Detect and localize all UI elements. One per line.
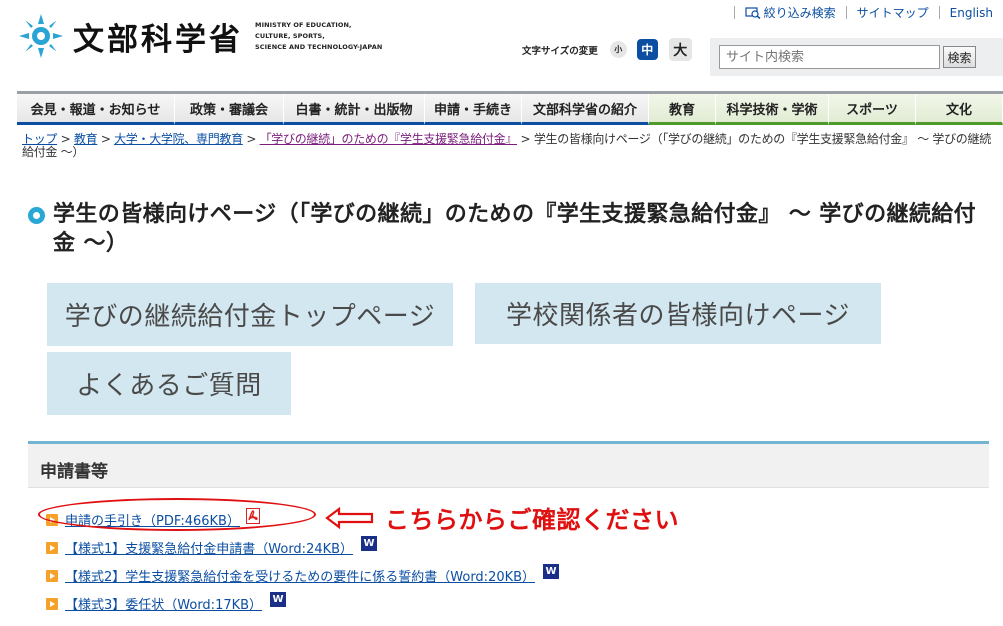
section-title: 申請書等 bbox=[40, 462, 108, 482]
breadcrumb: トップ > 教育 > 大学・大学院、専門教育 > 「学びの継続」のための『学生支… bbox=[22, 133, 997, 159]
nav-item-about[interactable]: 文部科学省の紹介 bbox=[522, 94, 649, 125]
title-bullet-icon bbox=[28, 207, 45, 224]
nav-item-publications[interactable]: 白書・統計・出版物 bbox=[284, 94, 425, 125]
font-size-switcher: 文字サイズの変更 小 中 大 bbox=[522, 38, 692, 61]
global-nav: 会見・報道・お知らせ 政策・審議会 白書・統計・出版物 申請・手続き 文部科学省… bbox=[17, 91, 1003, 125]
logo-text-en: MINISTRY OF EDUCATION, CULTURE, SPORTS, … bbox=[255, 20, 382, 53]
nav-item-press[interactable]: 会見・報道・お知らせ bbox=[17, 94, 175, 125]
filter-search-link[interactable]: 絞り込み検索 bbox=[745, 4, 836, 21]
list-item: 【様式1】支援緊急給付金申請書（Word:24KB） W bbox=[46, 533, 559, 561]
divider bbox=[845, 6, 847, 19]
school-staff-page-button[interactable]: 学校関係者の皆様向けページ bbox=[475, 283, 881, 344]
application-guide-pdf-link[interactable]: 申請の手引き（PDF:466KB） bbox=[65, 510, 240, 529]
pdf-icon bbox=[245, 508, 260, 524]
annotation: こちらからご確認ください bbox=[325, 500, 679, 535]
form2-word-link[interactable]: 【様式2】学生支援緊急給付金を受けるための要件に係る誓約書（Word:20KB） bbox=[65, 566, 535, 585]
nav-item-applications[interactable]: 申請・手続き bbox=[425, 94, 522, 125]
logo-en-line: SCIENCE AND TECHNOLOGY-JAPAN bbox=[255, 42, 383, 51]
font-size-small-button[interactable]: 小 bbox=[609, 41, 627, 58]
word-icon: W bbox=[270, 591, 287, 607]
left-arrow-icon bbox=[325, 506, 374, 529]
font-size-medium-button[interactable]: 中 bbox=[636, 39, 658, 60]
logo-mark-icon bbox=[19, 14, 63, 58]
form3-word-link[interactable]: 【様式3】委任状（Word:17KB） bbox=[65, 594, 262, 613]
breadcrumb-separator: > bbox=[517, 132, 534, 146]
bullet-arrow-icon bbox=[46, 514, 58, 526]
filter-search-label: 絞り込み検索 bbox=[763, 6, 836, 20]
form1-word-link[interactable]: 【様式1】支援緊急給付金申請書（Word:24KB） bbox=[65, 538, 353, 557]
search-icon bbox=[745, 6, 761, 19]
section-header: 申請書等 bbox=[28, 441, 989, 488]
page-title-block: 学生の皆様向けページ（「学びの継続」のための『学生支援緊急給付金』 ～ 学びの継… bbox=[28, 200, 988, 258]
breadcrumb-link-top[interactable]: トップ bbox=[22, 132, 57, 146]
search-input[interactable] bbox=[719, 45, 940, 69]
breadcrumb-separator: > bbox=[242, 132, 260, 146]
list-item: 【様式2】学生支援緊急給付金を受けるための要件に係る誓約書（Word:20KB）… bbox=[46, 561, 560, 589]
breadcrumb-link-university[interactable]: 大学・大学院、専門教育 bbox=[114, 132, 243, 146]
nav-item-culture[interactable]: 文化 bbox=[916, 94, 1003, 125]
nav-item-sports[interactable]: スポーツ bbox=[829, 94, 916, 125]
divider bbox=[733, 6, 735, 19]
breadcrumb-separator: > bbox=[57, 132, 74, 146]
logo-en-line: CULTURE, SPORTS, bbox=[255, 31, 325, 40]
list-item: 【様式3】委任状（Word:17KB） W bbox=[46, 589, 559, 617]
english-link[interactable]: English bbox=[950, 6, 993, 20]
nav-item-science[interactable]: 科学技術・学術 bbox=[716, 94, 829, 125]
sitemap-link[interactable]: サイトマップ bbox=[857, 4, 929, 21]
font-size-label: 文字サイズの変更 bbox=[522, 45, 598, 57]
top-links: 絞り込み検索 サイトマップ English bbox=[724, 4, 993, 21]
logo-text-jp: 文部科学省 bbox=[73, 21, 243, 58]
bullet-arrow-icon bbox=[46, 542, 58, 554]
annotation-text: こちらからご確認ください bbox=[385, 506, 679, 534]
continuation-aid-top-button[interactable]: 学びの継続給付金トップページ bbox=[47, 283, 453, 346]
logo-en-line: MINISTRY OF EDUCATION, bbox=[255, 20, 352, 29]
breadcrumb-link-emergency-aid[interactable]: 「学びの継続」のための『学生支援緊急給付金』 bbox=[260, 132, 518, 146]
breadcrumb-link-education[interactable]: 教育 bbox=[74, 132, 98, 146]
word-icon: W bbox=[543, 563, 560, 579]
site-search: 検索 bbox=[710, 38, 1003, 76]
mext-logo[interactable]: 文部科学省 MINISTRY OF EDUCATION, CULTURE, SP… bbox=[17, 12, 382, 60]
font-size-large-button[interactable]: 大 bbox=[668, 38, 692, 61]
search-button[interactable]: 検索 bbox=[943, 46, 976, 68]
nav-item-policy[interactable]: 政策・審議会 bbox=[175, 94, 284, 125]
breadcrumb-separator: > bbox=[97, 132, 115, 146]
bullet-arrow-icon bbox=[46, 598, 58, 610]
word-icon: W bbox=[361, 535, 378, 551]
page-title: 学生の皆様向けページ（「学びの継続」のための『学生支援緊急給付金』 ～ 学びの継… bbox=[53, 202, 977, 256]
divider bbox=[938, 6, 940, 19]
bullet-arrow-icon bbox=[46, 570, 58, 582]
faq-button[interactable]: よくあるご質問 bbox=[47, 352, 291, 415]
nav-item-education[interactable]: 教育 bbox=[649, 94, 716, 125]
